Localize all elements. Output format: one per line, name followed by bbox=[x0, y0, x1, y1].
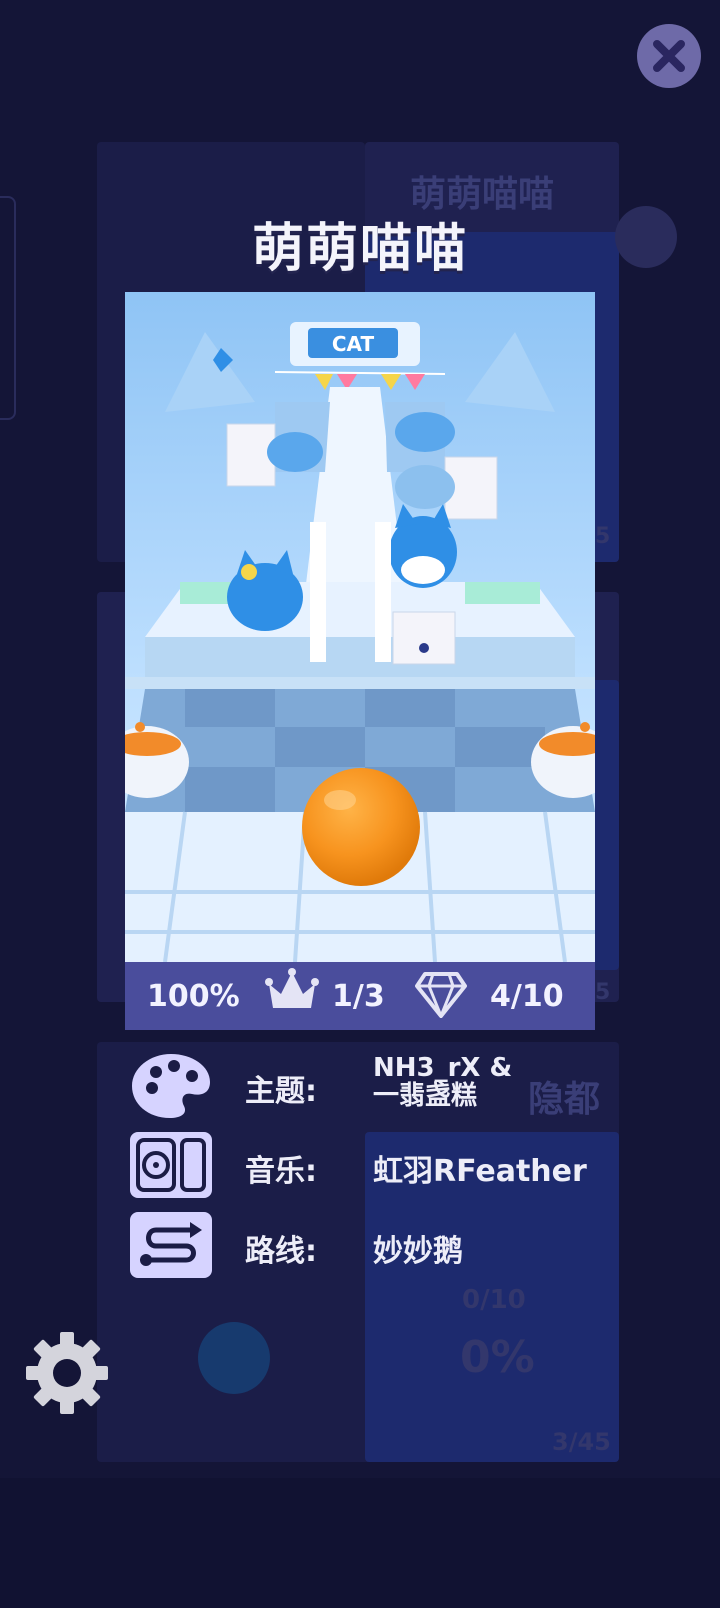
crowns-count: 1/3 bbox=[332, 978, 385, 1014]
background-ball bbox=[198, 1322, 270, 1394]
close-icon bbox=[653, 40, 685, 72]
settings-button[interactable] bbox=[24, 1330, 110, 1416]
background-page: 3/45 bbox=[552, 1428, 611, 1456]
completion-percent: 100% bbox=[147, 978, 240, 1014]
music-label: 音乐: bbox=[245, 1154, 317, 1189]
background-bottom bbox=[0, 1478, 720, 1608]
level-title: 萌萌喵喵 bbox=[251, 219, 468, 279]
music-player-icon bbox=[130, 1132, 212, 1198]
theme-value-line1: NH3_rX & bbox=[373, 1053, 513, 1083]
theme-row: 主题: NH3_rX & 一翡盏糕 bbox=[130, 1052, 610, 1118]
level-preview-image[interactable]: CAT bbox=[125, 292, 595, 962]
gems-count: 4/10 bbox=[490, 978, 564, 1014]
route-value: 妙妙鹅 bbox=[373, 1234, 463, 1269]
cat-sign-text: CAT bbox=[332, 332, 375, 356]
background-number-2: 5 bbox=[595, 980, 611, 1005]
background-number: 5 bbox=[595, 524, 611, 549]
level-stats-bar: 100% 1/3 4/10 bbox=[125, 962, 595, 1030]
route-label: 路线: bbox=[245, 1234, 317, 1269]
crown-icon bbox=[265, 968, 319, 1008]
theme-label: 主题: bbox=[245, 1074, 317, 1109]
gem-icon bbox=[415, 972, 467, 1018]
music-value: 虹羽RFeather bbox=[373, 1154, 587, 1189]
route-icon bbox=[130, 1212, 212, 1278]
level-preview-art: CAT bbox=[125, 292, 595, 962]
background-gems: 0/10 bbox=[462, 1285, 526, 1315]
theme-value: NH3_rX & 一翡盏糕 bbox=[373, 1054, 512, 1110]
route-row: 路线: 妙妙鹅 bbox=[130, 1212, 610, 1278]
background-percent: 0% bbox=[460, 1332, 535, 1383]
gear-icon bbox=[26, 1332, 108, 1414]
music-row: 音乐: 虹羽RFeather bbox=[130, 1132, 610, 1198]
close-button[interactable] bbox=[637, 24, 701, 88]
theme-value-line2: 一翡盏糕 bbox=[373, 1081, 478, 1111]
palette-icon bbox=[132, 1054, 210, 1118]
